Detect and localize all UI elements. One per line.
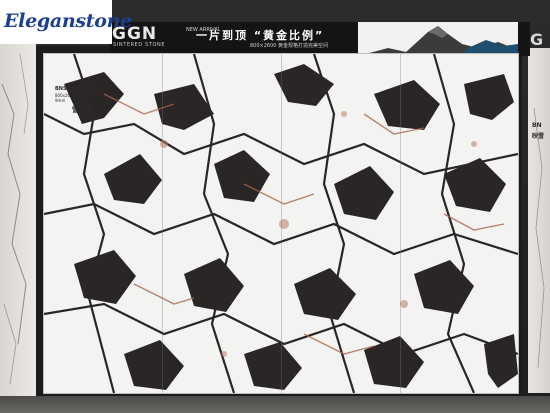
ggn-logo-subtitle: SINTERED STONE [113, 42, 166, 48]
showroom-scene: GGN SINTERED STONE NEW ARRIVAL 一片到顶 “黄金比… [0, 0, 550, 413]
headline-subline: 800×2600 黄金规格打造完美空间 [250, 43, 329, 49]
slab-seam [281, 54, 282, 393]
right-marble-panel [528, 48, 550, 393]
right-panel-logo: G [530, 30, 544, 49]
slab-name: 雪落丽 [72, 106, 93, 114]
brand-name: Eleganstone [4, 10, 132, 32]
slab-code: BNS8061614 [55, 86, 91, 92]
brand-watermark-badge: Eleganstone [0, 0, 132, 44]
left-panel-veins [1, 53, 29, 385]
right-panel-label: BN 映雪 [532, 120, 550, 160]
right-label-name: 映雪 [532, 133, 545, 140]
marble-slab-display [44, 54, 518, 393]
headline: 一片到顶 “黄金比例” [196, 29, 325, 42]
slab-label-card: BNS8061614 800x2600mm 9mm 雪落丽 [55, 86, 107, 116]
left-marble-panel [0, 44, 36, 396]
right-panel-veins [533, 107, 545, 369]
slab-thickness: 9mm [55, 98, 66, 103]
mountain-artwork [358, 22, 518, 56]
slab-seam [162, 54, 163, 393]
right-label-code: BN [532, 122, 542, 129]
slab-seam [400, 54, 401, 393]
showroom-floor [0, 396, 550, 413]
